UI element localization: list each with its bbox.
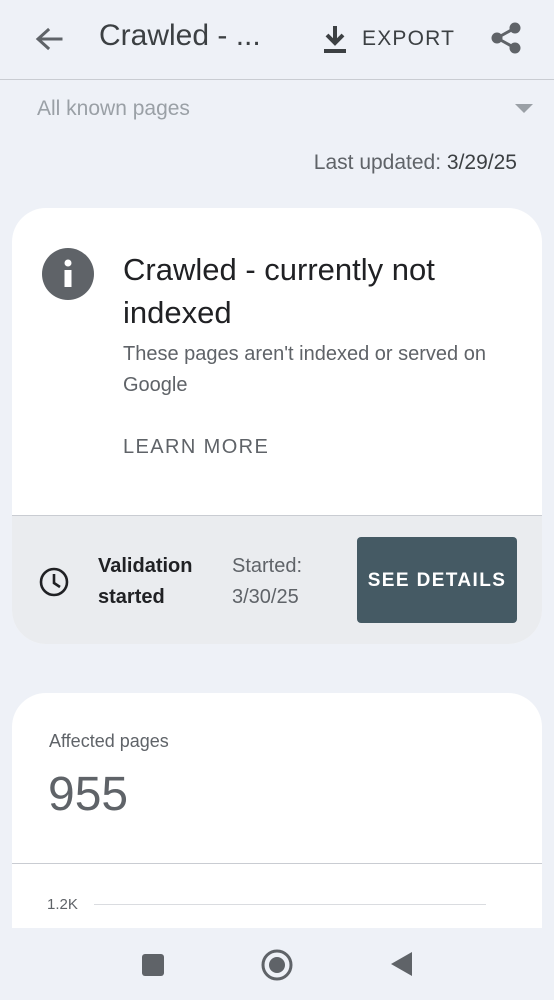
dropdown-caret-icon [515, 104, 533, 113]
nav-back-icon [391, 952, 412, 976]
status-heading: Crawled - currently not indexed [123, 252, 435, 330]
home-button[interactable] [259, 947, 295, 983]
info-icon [42, 248, 94, 300]
download-icon [324, 26, 346, 53]
learn-more-link[interactable]: LEARN MORE [123, 436, 269, 459]
chart-gridline [94, 904, 486, 905]
recents-button[interactable] [138, 950, 168, 980]
share-icon [491, 22, 521, 54]
back-button[interactable] [30, 22, 68, 56]
last-updated: Last updated: 3/29/25 [314, 151, 517, 175]
last-updated-label: Last updated: [313, 151, 442, 174]
validation-start-date: Started: 3/30/25 [232, 555, 303, 608]
status-description: These pages aren't indexed or served on … [123, 343, 486, 396]
last-updated-value: 3/29/25 [446, 151, 517, 174]
see-details-button[interactable]: SEE DETAILS [357, 537, 517, 623]
back-arrow-icon [35, 27, 63, 51]
validation-panel: Validation started Started: 3/30/25 SEE … [12, 515, 542, 644]
system-nav-bar [0, 928, 554, 1000]
page-filter-dropdown[interactable]: All known pages [37, 92, 537, 126]
affected-pages-card: Affected pages 955 1.2K [12, 693, 542, 953]
chart-y-tick-label: 1.2K [47, 896, 78, 913]
page-title: Crawled - ... [99, 19, 261, 52]
nav-home-icon [261, 949, 293, 981]
status-card: Crawled - currently not indexed These pa… [12, 208, 542, 644]
clock-icon [39, 567, 69, 597]
nav-recents-icon [142, 954, 164, 976]
affected-pages-count: 955 [48, 768, 129, 821]
affected-pages-label: Affected pages [49, 731, 169, 751]
validation-status: Validation started [98, 555, 193, 608]
share-button[interactable] [488, 20, 524, 56]
app-bar: Crawled - ... EXPORT [0, 0, 554, 80]
back-nav-button[interactable] [386, 949, 416, 979]
card-divider [12, 863, 542, 864]
export-button[interactable]: EXPORT [322, 20, 455, 58]
export-label: EXPORT [362, 27, 456, 50]
filter-selected-value: All known pages [37, 97, 190, 120]
